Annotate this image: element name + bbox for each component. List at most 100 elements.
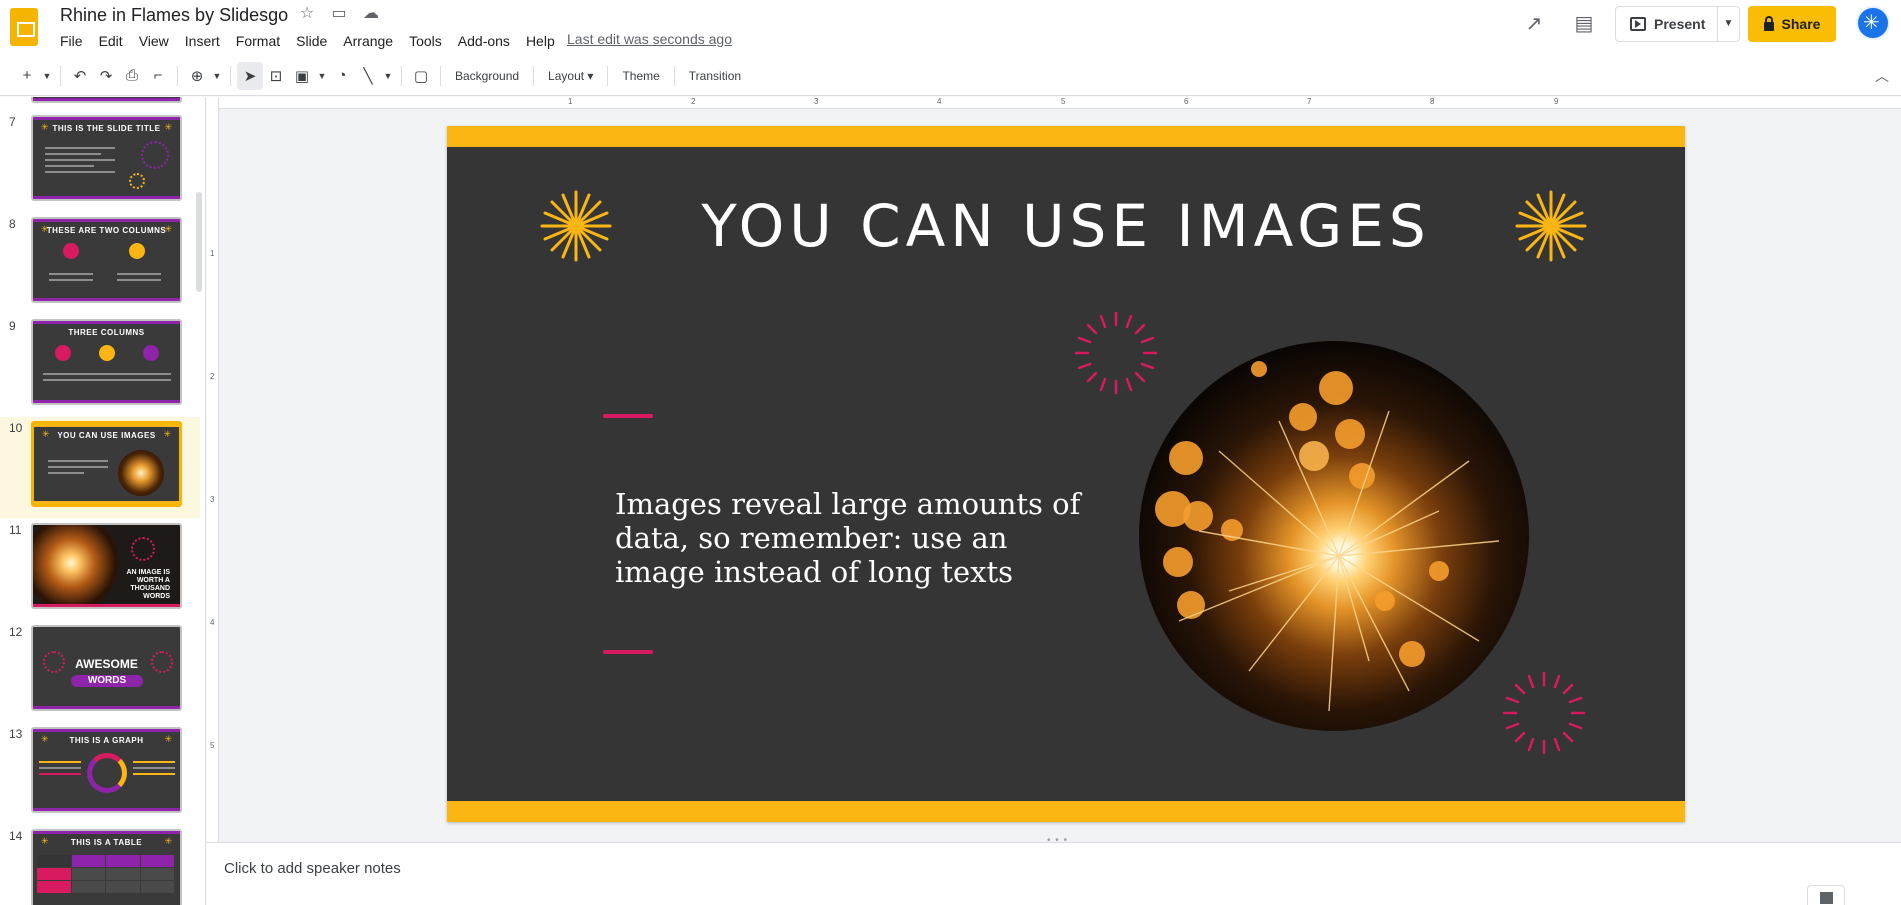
slide-thumbnail[interactable]: ✳ THIS IS THE SLIDE TITLE ✳ (31, 115, 182, 201)
redo-icon[interactable]: ↷ (93, 62, 119, 90)
slides-logo-icon[interactable] (10, 8, 38, 46)
last-edit-link[interactable]: Last edit was seconds ago (567, 31, 732, 47)
slide-body-text[interactable]: Images reveal large amounts of data, so … (615, 487, 1095, 589)
slide-thumbnail[interactable]: ✳ THIS IS A TABLE ✳ (31, 829, 182, 905)
toolbar-divider (401, 65, 402, 86)
filmstrip-slide-14[interactable]: 14 ✳ THIS IS A TABLE ✳ (0, 825, 200, 905)
thumb-title: THESE ARE TWO COLUMNS (46, 226, 167, 235)
thumb-text-lines (117, 273, 161, 285)
transition-button[interactable]: Transition (681, 62, 749, 90)
menu-insert[interactable]: Insert (177, 31, 228, 51)
line-icon[interactable]: ╲ (355, 62, 381, 90)
menu-file[interactable]: File (52, 31, 91, 51)
speaker-notes[interactable]: • • • Click to add speaker notes (207, 835, 1901, 905)
filmstrip-slide-8[interactable]: 8 ✳ THESE ARE TWO COLUMNS ✳ (0, 213, 200, 314)
horizontal-ruler[interactable]: 1 2 3 4 5 6 7 8 9 (219, 97, 1901, 109)
filmstrip-slide-9[interactable]: 9 THREE COLUMNS (0, 315, 200, 416)
firework-bottom-icon[interactable] (1502, 671, 1586, 755)
thumb-title: AWESOME (75, 657, 138, 671)
menu-format[interactable]: Format (228, 31, 288, 51)
sparkler-photo[interactable] (1139, 341, 1529, 731)
text-box-icon[interactable]: ⊡ (263, 62, 289, 90)
new-slide-icon[interactable]: + (14, 62, 40, 90)
menu-slide[interactable]: Slide (288, 31, 335, 51)
share-button[interactable]: Share (1748, 6, 1836, 42)
slide-thumbnail[interactable]: AN IMAGE IS WORTH A THOUSAND WORDS (31, 523, 182, 609)
layout-label: Layout (548, 68, 585, 83)
zoom-icon[interactable]: ⊕ (184, 62, 210, 90)
thumb-title: THIS IS A TABLE (70, 838, 143, 847)
filmstrip-slide-10[interactable]: 10 ✳ YOU CAN USE IMAGES ✳ (0, 417, 200, 518)
current-slide[interactable]: YOU CAN USE IMAGES Images reveal large a… (447, 126, 1685, 822)
slide-thumbnail[interactable]: THREE COLUMNS (31, 319, 182, 405)
explore-icon[interactable] (1807, 885, 1845, 905)
undo-icon[interactable]: ↶ (67, 62, 93, 90)
thumb-title: YOU CAN USE IMAGES (57, 431, 156, 440)
speaker-notes-placeholder[interactable]: Click to add speaker notes (224, 860, 401, 877)
filmstrip-scrollbar[interactable] (196, 192, 202, 292)
thumb-bottom-bar (33, 298, 180, 301)
comments-icon[interactable]: ▤ (1570, 12, 1598, 36)
menu-addons[interactable]: Add-ons (450, 31, 518, 51)
image-icon[interactable]: ▣ (289, 62, 315, 90)
star-icon[interactable]: ☆ (298, 5, 316, 23)
paint-format-icon[interactable]: ⌐ (145, 62, 171, 90)
line-dropdown[interactable]: ▼ (381, 62, 395, 90)
sparkler-photo (33, 525, 119, 607)
thumb-bottom-bar (33, 196, 180, 199)
slide-thumbnail[interactable]: ✳ THESE ARE TWO COLUMNS ✳ (31, 217, 182, 303)
collapse-menus-icon[interactable]: ︿ (1875, 66, 1889, 86)
filmstrip-slide-13[interactable]: 13 ✳ THIS IS A GRAPH ✳ (0, 723, 200, 824)
document-title[interactable]: Rhine in Flames by Slidesgo (60, 5, 288, 26)
firework-decoration (131, 537, 155, 561)
pink-dash-top[interactable] (603, 414, 653, 418)
folder-move-icon[interactable]: ▭ (330, 5, 348, 23)
present-dropdown[interactable]: ▼ (1717, 7, 1739, 41)
ruler-mark: 1 (568, 97, 573, 106)
slide-thumbnail-partial[interactable] (31, 97, 182, 103)
lock-icon (1763, 15, 1774, 31)
slide-number: 11 (9, 523, 22, 537)
pink-dash-bottom[interactable] (603, 650, 653, 654)
thumb-text-lines (49, 273, 93, 285)
present-button[interactable]: Present ▼ (1615, 6, 1740, 42)
theme-button[interactable]: Theme (614, 62, 667, 90)
select-pointer-icon[interactable]: ➤ (237, 61, 263, 90)
notes-resize-handle[interactable]: • • • (1047, 835, 1068, 846)
filmstrip-slide-11[interactable]: 11 AN IMAGE IS WORTH A THOUSAND WORDS (0, 519, 200, 620)
thumb-bottom-bar (33, 706, 180, 709)
menu-edit[interactable]: Edit (91, 31, 131, 51)
menu-arrange[interactable]: Arrange (335, 31, 401, 51)
slide-top-bar (447, 126, 1685, 147)
image-dropdown[interactable]: ▼ (315, 62, 329, 90)
print-icon[interactable]: ⎙ (119, 62, 145, 90)
background-button[interactable]: Background (447, 62, 527, 90)
add-comment-icon[interactable]: ▢ (408, 62, 434, 90)
menu-view[interactable]: View (131, 31, 177, 51)
thumb-text-lines (39, 761, 81, 779)
zoom-dropdown[interactable]: ▼ (210, 62, 224, 90)
menu-help[interactable]: Help (518, 31, 563, 51)
firework-decoration (129, 173, 145, 189)
vertical-ruler[interactable]: 1 2 3 4 5 (207, 97, 219, 842)
column-icon (99, 345, 115, 361)
slide-thumbnail[interactable]: AWESOME WORDS (31, 625, 182, 711)
present-main[interactable]: Present (1616, 7, 1726, 41)
new-slide-layout-dropdown[interactable]: ▼ (40, 62, 54, 90)
slide-thumbnail-active[interactable]: ✳ YOU CAN USE IMAGES ✳ (31, 421, 182, 507)
thumb-table (37, 855, 175, 894)
slide-title[interactable]: YOU CAN USE IMAGES (447, 192, 1685, 260)
slide-filmstrip[interactable]: 7 ✳ THIS IS THE SLIDE TITLE ✳ 8 ✳ THESE … (0, 97, 206, 905)
slide-number: 14 (9, 829, 23, 843)
cloud-status-icon[interactable]: ☁ (362, 5, 380, 23)
activity-trend-icon[interactable]: ↗ (1520, 12, 1548, 36)
shape-icon[interactable]: ◔ (329, 62, 355, 90)
slide-thumbnail[interactable]: ✳ THIS IS A GRAPH ✳ (31, 727, 182, 813)
filmstrip-slide-7[interactable]: 7 ✳ THIS IS THE SLIDE TITLE ✳ (0, 111, 200, 212)
share-label: Share (1781, 16, 1821, 32)
starburst-right-icon[interactable] (1515, 190, 1587, 262)
filmstrip-slide-12[interactable]: 12 AWESOME WORDS (0, 621, 200, 722)
menu-tools[interactable]: Tools (401, 31, 450, 51)
account-avatar-icon[interactable] (1856, 6, 1890, 40)
layout-button[interactable]: Layout ▾ (540, 62, 601, 90)
